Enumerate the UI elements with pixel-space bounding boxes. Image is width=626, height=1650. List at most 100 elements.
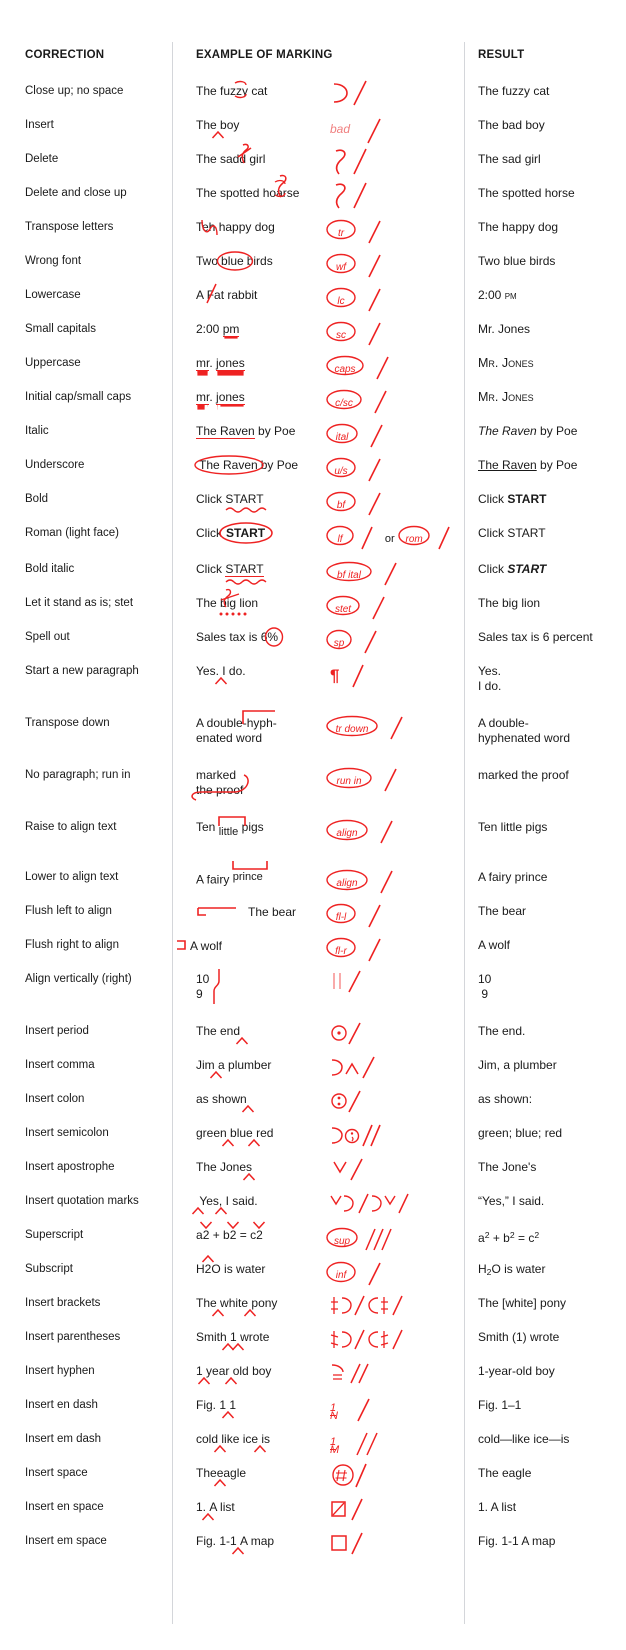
delete-mark [237, 143, 252, 164]
correction-label: Insert brackets [25, 1297, 101, 1309]
wavy-underline-mark [225, 507, 267, 513]
result-text: a2 + b2 = c2 [478, 1230, 540, 1245]
result-text: Click START [478, 562, 547, 576]
header-example: EXAMPLE OF MARKING [196, 49, 333, 61]
result-text: 1-year-old boy [478, 1364, 555, 1378]
result-text: Sales tax is 6 percent [478, 630, 593, 644]
circled-annotation: sp [326, 630, 352, 651]
inverted-caret-mark [253, 1221, 266, 1230]
circle-mark [326, 904, 356, 924]
example-marking: The white pony [196, 1296, 458, 1317]
wavy-underline-mark [225, 579, 267, 585]
caret-mark [253, 1444, 266, 1453]
circle-mark [326, 870, 368, 891]
correction-label: Bold [25, 493, 49, 505]
example-marking: Yes. I do. [196, 664, 458, 685]
circle-mark [326, 322, 356, 342]
stet-dots [219, 612, 247, 616]
example-marking: The boy [196, 118, 458, 139]
example-marking: A wolf [176, 938, 438, 953]
correction-label: Uppercase [25, 357, 81, 369]
circled-annotation: tr down [326, 716, 378, 737]
circle-mark [326, 458, 356, 478]
circled-annotation: caps [326, 356, 364, 377]
result-text: The [white] pony [478, 1296, 567, 1310]
result-text: The bear [478, 904, 527, 918]
triple-underline-mark: jones [216, 356, 245, 371]
correction-label: Insert apostrophe [25, 1161, 115, 1173]
correction-label: Insert colon [25, 1093, 85, 1105]
correction-label: Transpose down [25, 717, 110, 729]
triple-underline-mark: mr [196, 356, 210, 371]
example-marking: The spotted hoa rse [196, 174, 458, 200]
circle-mark [326, 1262, 356, 1283]
correction-label: Delete [25, 153, 59, 165]
circled-annotation: bf [326, 492, 356, 513]
result-text: 2:00 pm [478, 288, 517, 302]
pilcrow-icon: ¶ [330, 666, 340, 686]
example-marking: The Jones [196, 1160, 458, 1181]
correction-label: Delete and close up [25, 187, 127, 199]
circle-mark [326, 254, 356, 274]
circled-annotation: run in [326, 768, 372, 789]
result-text: The Raven by Poe [478, 424, 578, 438]
example-marking: 10 9 [196, 969, 458, 1004]
circle-mark [326, 424, 358, 444]
single-underline-mark: The Raven [196, 424, 255, 439]
result-text: The bad boy [478, 118, 545, 132]
circle-mark [326, 288, 356, 308]
example-marking: The sadd girl [196, 143, 458, 166]
result-text: Click START [478, 526, 546, 540]
double-underline-mark: r [206, 390, 210, 405]
correction-label: Wrong font [25, 255, 82, 267]
result-text: Click START [478, 492, 547, 506]
circled-annotation: ital [326, 424, 358, 445]
correction-label: Start a new paragraph [25, 665, 139, 677]
correction-label: Insert en dash [25, 1399, 98, 1411]
correction-label: Underscore [25, 459, 85, 471]
circle-mark [326, 492, 356, 512]
example-marking: Smith 1 wrote [196, 1330, 458, 1351]
example-marking: 1. A list [196, 1500, 458, 1521]
align-vertical-mark [213, 969, 220, 1004]
example-marking: Fig. 1-1 A map [196, 1534, 458, 1555]
mark-text: bad [330, 122, 351, 137]
column-divider-1 [172, 42, 173, 1624]
correction-label: Lower to align text [25, 871, 119, 883]
circle-mark [326, 938, 356, 958]
example-marking: Fig. 1 1 [196, 1398, 458, 1419]
result-text: H2O is water [478, 1262, 546, 1278]
circled-annotation: stet [326, 596, 360, 617]
circled-annotation: wf [326, 254, 356, 275]
circled-annotation: sup [326, 1228, 358, 1249]
result-text: The Raven by Poe [478, 458, 578, 472]
example-marking: Jim a plumber [196, 1058, 458, 1079]
correction-label: Insert em dash [25, 1433, 102, 1445]
caret-mark [221, 1410, 234, 1419]
circle-mark [326, 390, 362, 410]
correction-label: Insert [25, 119, 54, 131]
circled-annotation: u/s [326, 458, 356, 479]
circle-mark [326, 716, 378, 737]
circled-annotation: sc [326, 322, 356, 343]
caret-mark [213, 1478, 227, 1487]
circled-annotation: align [326, 870, 368, 891]
result-text: green; blue; red [478, 1126, 563, 1140]
correction-label: Italic [25, 425, 49, 437]
correction-label: No paragraph; run in [25, 769, 131, 781]
example-marking: Yes, I said. [191, 1194, 458, 1215]
correction-label: Superscript [25, 1229, 84, 1241]
correction-label: Insert hyphen [25, 1365, 95, 1377]
inverted-caret-mark [199, 1221, 213, 1230]
correction-label: Insert en space [25, 1501, 104, 1513]
caret-mark [198, 1376, 211, 1385]
result-text: A wolf [478, 938, 511, 952]
correction-label: Small capitals [25, 323, 96, 335]
result-text: The eagle [478, 1466, 532, 1480]
caret-mark [224, 1376, 238, 1385]
result-text: Smith (1) wrote [478, 1330, 560, 1344]
correction-label: Spell out [25, 631, 70, 643]
result-text: Mr. Jones [478, 322, 531, 336]
result-text: A fairy prince [478, 870, 548, 884]
result-text: The happy dog [478, 220, 559, 234]
